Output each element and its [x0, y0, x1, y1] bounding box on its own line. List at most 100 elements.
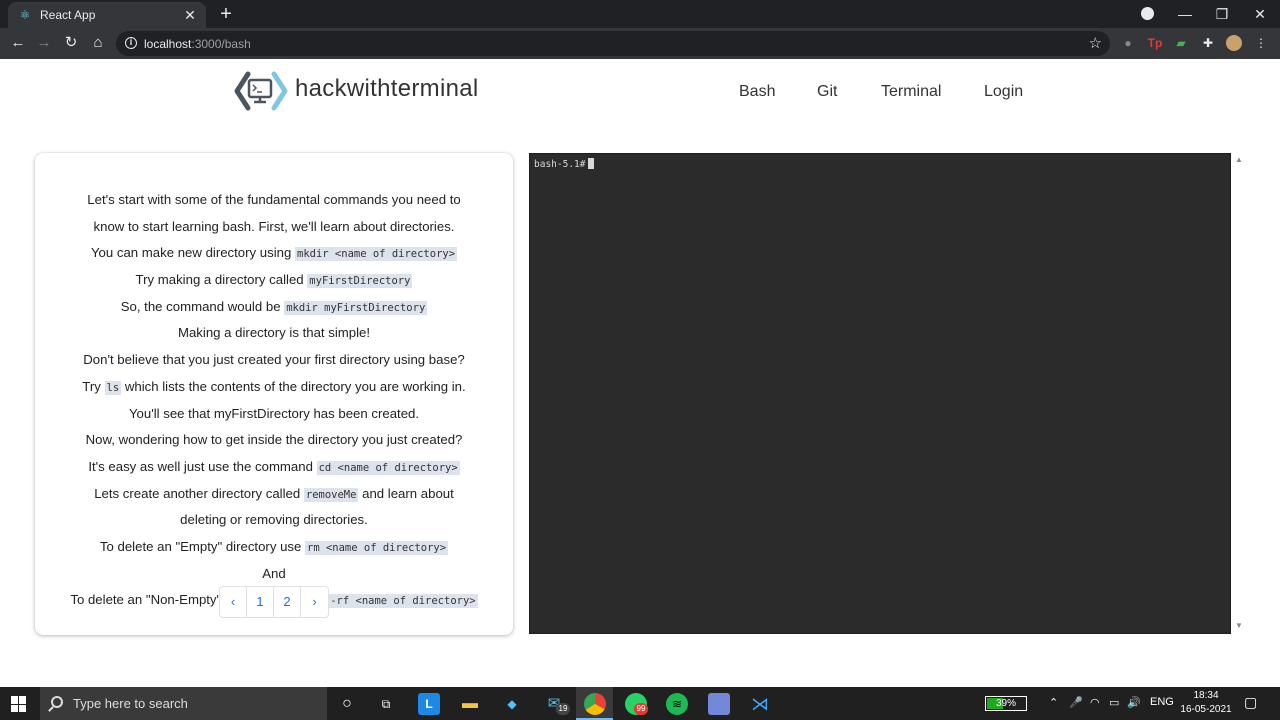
home-button[interactable]: ⌂: [88, 33, 108, 53]
language-indicator[interactable]: ENG: [1150, 696, 1174, 708]
page-1-button[interactable]: 1: [247, 587, 274, 617]
brand-name[interactable]: hackwithterminal: [295, 75, 479, 103]
battery-indicator[interactable]: 39%: [985, 696, 1027, 711]
lesson-line: Try making a directory called myFirstDir…: [35, 267, 513, 294]
lesson-line: deleting or removing directories.: [35, 507, 513, 534]
clock-date: 16-05-2021: [1180, 704, 1232, 715]
lesson-line: Making a directory is that simple!: [35, 320, 513, 347]
inline-code: rm <name of directory>: [305, 540, 449, 555]
nav-git[interactable]: Git: [817, 83, 837, 101]
lesson-line-text: Try: [82, 378, 105, 394]
lesson-line: So, the command would be mkdir myFirstDi…: [35, 294, 513, 321]
page-prev-button[interactable]: ‹: [220, 587, 247, 617]
minimize-button[interactable]: —: [1173, 4, 1197, 24]
site-logo-icon[interactable]: [234, 70, 288, 112]
nav-terminal[interactable]: Terminal: [881, 83, 941, 101]
notifications-icon[interactable]: ▢: [1244, 694, 1257, 711]
lesson-line-text: To delete an "Empty" directory use: [99, 538, 305, 554]
spotify-icon[interactable]: ≋: [666, 693, 688, 715]
extension-icon[interactable]: ●: [1120, 35, 1136, 51]
nav-bash[interactable]: Bash: [739, 83, 775, 101]
lesson-card: Let's start with some of the fundamental…: [35, 153, 513, 635]
lesson-line-text: Don't believe that you just created your…: [83, 352, 465, 368]
maximize-button[interactable]: ❐: [1210, 4, 1234, 24]
lesson-line: Try ls which lists the contents of the d…: [35, 374, 513, 401]
taskbar-search-input[interactable]: Type here to search: [40, 687, 327, 720]
search-placeholder: Type here to search: [73, 696, 188, 711]
extensions-puzzle-icon[interactable]: ✚: [1200, 35, 1216, 51]
clock-time: 18:34: [1193, 690, 1219, 701]
search-icon: [51, 696, 63, 708]
lesson-text: Let's start with some of the fundamental…: [35, 187, 513, 614]
browser-tab-bar: ⚛ React App ✕ + — ❐ ✕: [0, 0, 1280, 28]
task-view-icon[interactable]: ⧉: [375, 693, 397, 715]
store-icon[interactable]: ◆: [501, 693, 523, 715]
inline-code: cd <name of directory>: [316, 460, 460, 475]
lesson-line: Now, wondering how to get inside the dir…: [35, 427, 513, 454]
lesson-line-text: Lets create another directory called: [94, 485, 304, 501]
inline-code: mkdir <name of directory>: [295, 247, 458, 262]
battery-tray-icon[interactable]: ▭: [1109, 696, 1119, 709]
react-icon: ⚛: [19, 8, 31, 22]
terminal-cursor: [588, 158, 595, 169]
lesson-line-text: which lists the contents of the director…: [121, 378, 466, 394]
microphone-icon[interactable]: 🎤: [1069, 696, 1083, 709]
lesson-line-text: To delete an "Non-Empty": [70, 592, 222, 608]
prompt-text: bash-5.1#: [534, 159, 586, 170]
menu-kebab-icon[interactable]: ⋮: [1253, 35, 1269, 51]
windows-taskbar: Type here to search ○ ⧉ L ▬ ◆ ✉ 19 99 ≋ …: [0, 687, 1280, 720]
taskbar-clock[interactable]: 18:34 16-05-2021: [1178, 689, 1234, 717]
discord-icon[interactable]: [708, 693, 730, 715]
new-tab-button[interactable]: +: [216, 4, 236, 24]
windows-start-icon[interactable]: [11, 696, 27, 712]
back-button[interactable]: ←: [8, 33, 28, 53]
inline-code: ls: [104, 380, 122, 395]
chrome-icon[interactable]: [584, 693, 606, 715]
lesson-line-text: and learn about: [358, 485, 454, 501]
cortana-icon[interactable]: ○: [336, 693, 358, 715]
wifi-icon[interactable]: ◠: [1090, 696, 1100, 709]
extension-tp-icon[interactable]: Tp: [1147, 35, 1163, 51]
battery-percent: 39%: [995, 698, 1016, 709]
lesson-line: You'll see that myFirstDirectory has bee…: [35, 401, 513, 428]
pagination: ‹ 1 2 ›: [219, 586, 329, 618]
file-explorer-icon[interactable]: ▬: [459, 693, 481, 715]
inline-code: removeMe: [303, 487, 359, 502]
lesson-line: know to start learning bash. First, we'l…: [35, 214, 513, 241]
lesson-line-text: know to start learning bash. First, we'l…: [93, 218, 455, 234]
app-l-icon[interactable]: L: [418, 693, 440, 715]
tab-title: React App: [40, 8, 96, 22]
info-icon[interactable]: i: [125, 37, 137, 49]
close-tab-icon[interactable]: ✕: [182, 7, 198, 23]
lesson-line: Lets create another directory called rem…: [35, 481, 513, 508]
url-path: :3000/bash: [191, 36, 251, 51]
browser-tab[interactable]: ⚛ React App ✕: [8, 2, 206, 28]
close-window-button[interactable]: ✕: [1248, 4, 1272, 24]
tab-search-icon[interactable]: [1141, 7, 1154, 20]
lesson-line-text: And: [262, 565, 286, 581]
reload-button[interactable]: ↻: [61, 33, 81, 53]
scroll-up-arrow-icon[interactable]: ▲: [1235, 155, 1243, 164]
bookmark-star-icon[interactable]: ☆: [1089, 34, 1102, 52]
inline-code: mkdir myFirstDirectory: [284, 300, 428, 315]
address-bar[interactable]: i localhost:3000/bash ☆: [116, 31, 1110, 56]
lesson-line: Don't believe that you just created your…: [35, 347, 513, 374]
inline-code: -rf <name of directory>: [328, 594, 478, 609]
forward-button[interactable]: →: [34, 33, 54, 53]
profile-avatar[interactable]: [1226, 35, 1242, 51]
page-next-button[interactable]: ›: [301, 587, 328, 617]
vscode-icon[interactable]: ⋊: [749, 693, 771, 715]
page-2-button[interactable]: 2: [274, 587, 301, 617]
terminal-panel[interactable]: bash-5.1#: [529, 153, 1231, 634]
scroll-down-arrow-icon[interactable]: ▼: [1235, 621, 1243, 630]
lesson-line: You can make new directory using mkdir <…: [35, 240, 513, 267]
extension-new-icon[interactable]: ▰: [1173, 35, 1189, 51]
lesson-line-text: deleting or removing directories.: [180, 512, 368, 528]
nav-login[interactable]: Login: [984, 83, 1023, 101]
tray-chevron-icon[interactable]: ⌃: [1049, 696, 1058, 709]
volume-icon[interactable]: 🔊: [1127, 696, 1141, 709]
whatsapp-badge: 99: [634, 703, 648, 715]
lesson-line-text: Try making a directory called: [135, 272, 308, 288]
url-host: localhost: [144, 36, 192, 51]
lesson-line-text: You'll see that myFirstDirectory has bee…: [128, 405, 420, 421]
